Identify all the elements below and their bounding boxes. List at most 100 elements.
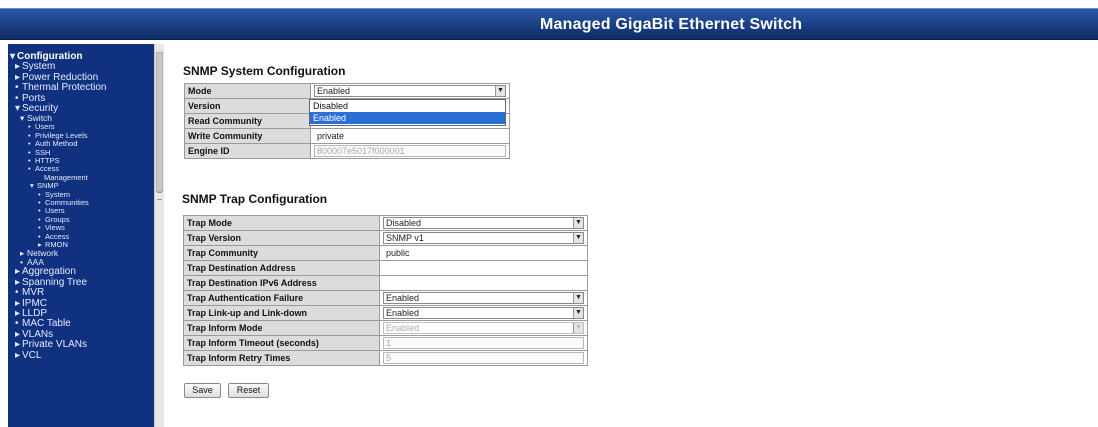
trap-auth-failure-cell: Enabled ▼ — [379, 290, 588, 306]
mode-option-enabled[interactable]: Enabled — [310, 112, 505, 124]
sidebar-item[interactable]: • Thermal Protection — [15, 82, 106, 93]
trap-link-up-down-select-value: Enabled — [386, 308, 420, 318]
chevron-down-icon[interactable]: ▼ — [573, 323, 583, 333]
version-label: Version — [184, 98, 311, 114]
trap-destination-ipv6-input[interactable] — [383, 277, 584, 289]
sidebar-item[interactable]: ▾ Security — [15, 103, 58, 114]
table-row: Trap Authentication Failure Enabled ▼ — [183, 290, 588, 306]
sidebar-scrollbar[interactable] — [154, 44, 164, 427]
sidebar-item[interactable]: ▸ VLANs — [15, 329, 53, 340]
top-banner: Managed GigaBit Ethernet Switch — [0, 8, 1098, 40]
chevron-down-icon[interactable]: ▼ — [573, 218, 583, 228]
sidebar-item[interactable]: ▸ LLDP — [15, 308, 47, 319]
sidebar-item-label: MAC Table — [22, 318, 71, 330]
table-row: Engine ID 800007e5017f000001 — [184, 143, 510, 159]
sidebar-item[interactable]: ▸ Aggregation — [15, 266, 76, 277]
sidebar-item-label: Power Reduction — [22, 71, 99, 83]
sidebar-item[interactable]: ▸ Spanning Tree — [15, 277, 87, 288]
trap-version-select-value: SNMP v1 — [386, 233, 424, 243]
read-community-label: Read Community — [184, 113, 311, 129]
chevron-down-icon[interactable]: ▼ — [495, 86, 505, 96]
trap-destination-address-label: Trap Destination Address — [183, 260, 380, 276]
trap-mode-select[interactable]: Disabled ▼ — [383, 217, 584, 229]
sidebar-item[interactable]: ▸ System — [15, 61, 55, 72]
sidebar-item-label: Private VLANs — [22, 339, 88, 351]
sidebar-item-label: System — [22, 61, 56, 73]
sidebar-item[interactable]: ▸ Private VLANs — [15, 339, 87, 350]
trap-version-cell: SNMP v1 ▼ — [379, 230, 588, 246]
sidebar-item-label: IPMC — [22, 297, 47, 309]
trap-auth-failure-select-value: Enabled — [386, 293, 420, 303]
sidebar-item-label: LLDP — [22, 308, 48, 319]
trap-auth-failure-select[interactable]: Enabled ▼ — [383, 292, 584, 304]
trap-auth-failure-label: Trap Authentication Failure — [183, 290, 380, 306]
engine-id-input[interactable]: 800007e5017f000001 — [314, 145, 506, 157]
banner-title: Managed GigaBit Ethernet Switch — [540, 16, 803, 33]
chevron-down-icon[interactable]: ▼ — [573, 233, 583, 243]
trap-inform-mode-label: Trap Inform Mode — [183, 320, 380, 336]
table-row: Trap Destination Address — [183, 260, 588, 276]
trap-community-cell: public — [379, 245, 588, 261]
write-community-input[interactable]: private — [314, 130, 506, 142]
sidebar-item[interactable]: • Ports — [15, 93, 45, 104]
arrow-right-icon: ▸ — [15, 71, 21, 83]
arrow-down-icon: ▾ — [10, 51, 16, 62]
mode-select[interactable]: Enabled ▼ — [314, 85, 506, 97]
table-row: Trap Community public — [183, 245, 588, 261]
sidebar-nav: ▾ Configuration ▸ System ▸ Power Reduction • Th… — [8, 44, 154, 427]
table-row: Trap Link-up and Link-down Enabled ▼ — [183, 305, 588, 321]
sidebar-item-label: Thermal Protection — [22, 82, 107, 94]
mode-dropdown-list[interactable]: Disabled Enabled — [309, 99, 506, 126]
trap-destination-ipv6-cell — [379, 275, 588, 291]
sidebar-item-label: Spanning Tree — [22, 276, 88, 288]
sidebar-item-label: Ports — [22, 92, 46, 104]
sidebar-item-label: VCL — [22, 349, 42, 361]
reset-button[interactable]: Reset — [228, 383, 269, 398]
trap-destination-address-input[interactable] — [383, 262, 584, 274]
arrow-right-icon: ▸ — [15, 339, 21, 351]
table-row: Trap Mode Disabled ▼ — [183, 215, 588, 231]
save-button[interactable]: Save — [184, 383, 221, 398]
sidebar-item[interactable]: • MVR — [15, 287, 44, 298]
table-row: Trap Version SNMP v1 ▼ — [183, 230, 588, 246]
trap-version-select[interactable]: SNMP v1 ▼ — [383, 232, 584, 244]
mode-label: Mode — [184, 83, 311, 99]
scrollbar-thumb[interactable] — [156, 52, 163, 192]
arrow-right-icon: ▸ — [15, 297, 21, 309]
trap-inform-mode-select-value: Enabled — [386, 323, 420, 333]
sidebar-item[interactable]: ▸ Power Reduction — [15, 72, 98, 83]
sidebar-item-label: Security — [22, 103, 59, 114]
sidebar-item[interactable]: • MAC Table — [15, 318, 71, 329]
trap-version-label: Trap Version — [183, 230, 380, 246]
chevron-down-icon[interactable]: ▼ — [573, 308, 583, 318]
arrow-down-icon: ▾ — [15, 103, 21, 114]
trap-community-input[interactable]: public — [383, 247, 584, 259]
mode-option-disabled[interactable]: Disabled — [310, 100, 505, 112]
table-row: Trap Inform Retry Times 5 — [183, 350, 588, 366]
sidebar-item[interactable]: ▾ Configuration — [10, 51, 83, 62]
table-row: Trap Inform Mode Enabled ▼ — [183, 320, 588, 336]
table-row: Trap Inform Timeout (seconds) 1 — [183, 335, 588, 351]
trap-link-up-down-select[interactable]: Enabled ▼ — [383, 307, 584, 319]
mode-cell: Enabled ▼ — [310, 83, 510, 99]
sidebar-item[interactable]: ▸ IPMC — [15, 298, 47, 309]
trap-inform-retry-input[interactable]: 5 — [383, 352, 584, 364]
trap-destination-address-cell — [379, 260, 588, 276]
scrollbar-grip-icon — [157, 192, 162, 200]
trap-inform-mode-select[interactable]: Enabled ▼ — [383, 322, 584, 334]
bullet-icon: • — [15, 287, 19, 299]
sidebar-item[interactable]: ▸ VCL — [15, 350, 41, 361]
trap-link-up-down-cell: Enabled ▼ — [379, 305, 588, 321]
sidebar-item-label: MVR — [22, 287, 45, 299]
trap-inform-retry-cell: 5 — [379, 350, 588, 366]
write-community-cell: private — [310, 128, 510, 144]
arrow-right-icon: ▸ — [15, 328, 21, 340]
trap-mode-label: Trap Mode — [183, 215, 380, 231]
sidebar-item-label: Aggregation — [22, 266, 76, 278]
bullet-icon: • — [15, 92, 19, 104]
trap-destination-ipv6-label: Trap Destination IPv6 Address — [183, 275, 380, 291]
arrow-right-icon: ▸ — [15, 308, 21, 319]
trap-inform-timeout-input[interactable]: 1 — [383, 337, 584, 349]
trap-community-label: Trap Community — [183, 245, 380, 261]
chevron-down-icon[interactable]: ▼ — [573, 293, 583, 303]
